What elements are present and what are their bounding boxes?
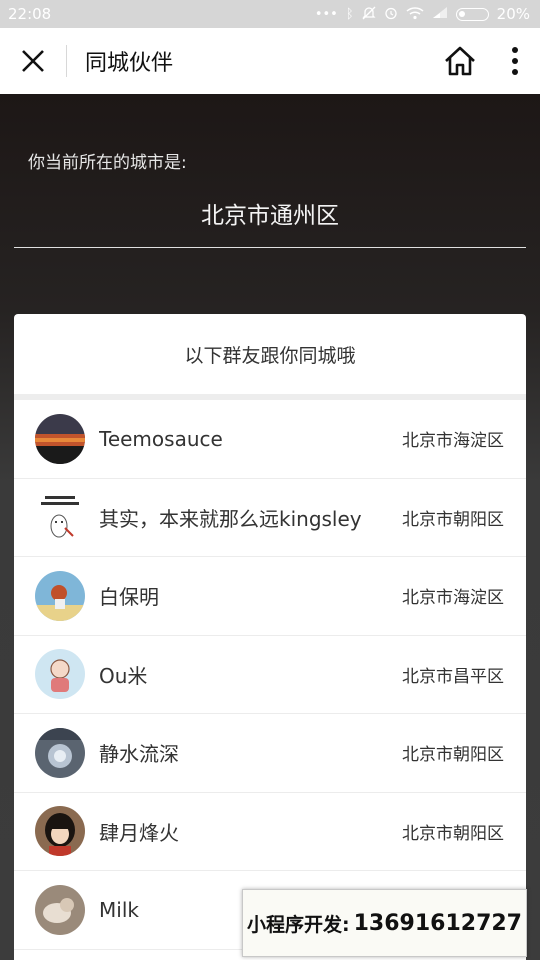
home-icon <box>445 46 475 76</box>
avatar <box>35 806 85 857</box>
avatar <box>35 649 85 700</box>
battery-percent: 20% <box>496 5 530 23</box>
user-name: 白保明 <box>99 585 159 610</box>
user-location: 北京市海淀区 <box>402 431 504 452</box>
avatar <box>35 413 85 464</box>
current-city-label: 你当前所在的城市是: <box>28 153 187 173</box>
mute-bell-icon <box>362 6 376 23</box>
list-item[interactable]: 白保明 北京市海淀区 <box>14 557 526 636</box>
user-name: 肆月烽火 <box>99 820 179 845</box>
more-button[interactable] <box>490 28 540 94</box>
watermark-label: 小程序开发: <box>247 913 350 936</box>
home-button[interactable] <box>430 28 490 94</box>
avatar <box>35 727 85 778</box>
user-location: 北京市朝阳区 <box>402 823 504 844</box>
nav-bar: 同城伙伴 <box>0 28 540 94</box>
user-name: 其实，本来就那么远kingsley <box>99 506 362 531</box>
close-button[interactable] <box>0 28 66 94</box>
list-item[interactable]: Teemosauce 北京市海淀区 <box>14 400 526 479</box>
wifi-icon <box>406 6 424 23</box>
user-name: Teemosauce <box>99 426 223 451</box>
status-bar: 22:08 ••• ᛒ 20% <box>0 0 540 28</box>
contact-watermark: 小程序开发: 13691612727 <box>242 889 527 957</box>
page-title: 同城伙伴 <box>85 51 174 76</box>
battery-icon <box>455 7 489 21</box>
close-icon <box>22 50 44 72</box>
same-city-card: 以下群友跟你同城哦 Teemosauce 北京市海淀区 其实，本来就那么远kin… <box>14 314 526 960</box>
list-item[interactable]: 其实，本来就那么远kingsley 北京市朝阳区 <box>14 479 526 557</box>
dots-icon: ••• <box>314 6 338 22</box>
bluetooth-icon: ᛒ <box>345 6 354 22</box>
signal-icon <box>432 6 448 22</box>
watermark-phone: 13691612727 <box>353 910 522 936</box>
avatar <box>35 570 85 621</box>
avatar <box>35 492 85 543</box>
city-underline <box>14 247 526 248</box>
current-city: 北京市通州区 <box>201 203 339 229</box>
card-header: 以下群友跟你同城哦 <box>14 314 526 400</box>
user-location: 北京市朝阳区 <box>402 509 504 530</box>
list-item[interactable]: 肆月烽火 北京市朝阳区 <box>14 793 526 871</box>
user-location: 北京市海淀区 <box>402 588 504 609</box>
avatar <box>35 884 85 935</box>
more-vertical-icon <box>512 47 518 75</box>
alarm-icon <box>384 6 398 23</box>
user-name: Ou米 <box>99 663 148 688</box>
nav-divider <box>66 45 67 77</box>
user-location: 北京市朝阳区 <box>402 745 504 766</box>
status-icons: ••• ᛒ 20% <box>315 5 530 23</box>
list-item[interactable]: 静水流深 北京市朝阳区 <box>14 714 526 793</box>
user-name: 静水流深 <box>99 742 179 767</box>
list-item[interactable]: Ou米 北京市昌平区 <box>14 636 526 714</box>
status-time: 22:08 <box>8 5 52 23</box>
user-location: 北京市昌平区 <box>402 666 504 687</box>
